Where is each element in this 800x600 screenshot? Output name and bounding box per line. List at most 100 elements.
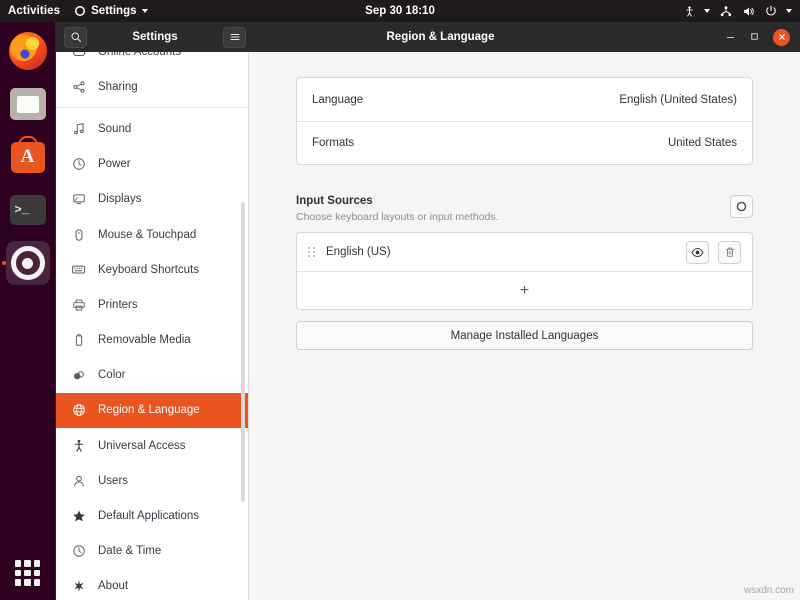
cloud-icon xyxy=(70,52,87,59)
sound-icon xyxy=(70,122,87,136)
manage-installed-languages-button[interactable]: Manage Installed Languages xyxy=(296,321,753,350)
page-title: Region & Language xyxy=(386,31,495,43)
sidebar-item-about[interactable]: About xyxy=(56,569,248,600)
sidebar-item-mouse-touchpad[interactable]: Mouse & Touchpad xyxy=(56,217,248,252)
settings-title: Settings xyxy=(132,31,178,43)
settings-sidebar[interactable]: Online Accounts Sharing xyxy=(56,52,249,600)
minimize-icon xyxy=(726,36,735,38)
language-formats-card: Language English (United States) Formats… xyxy=(296,77,753,165)
activities-button[interactable]: Activities xyxy=(8,5,60,17)
sidebar-item-label: Power xyxy=(98,158,131,171)
dock-item-settings[interactable] xyxy=(5,241,50,285)
dock-item-ubuntu-software[interactable]: A xyxy=(6,135,50,179)
close-button[interactable] xyxy=(773,28,790,46)
maximize-button[interactable] xyxy=(749,31,760,44)
top-bar-status-area[interactable] xyxy=(684,5,800,18)
menu-button[interactable] xyxy=(223,26,246,48)
sidebar-item-sharing[interactable]: Sharing xyxy=(56,69,248,104)
keyboard-icon xyxy=(70,262,87,277)
app-menu-label: Settings xyxy=(91,5,137,17)
settings-icon xyxy=(10,246,45,280)
globe-icon xyxy=(70,403,87,417)
dock-item-firefox[interactable] xyxy=(6,29,50,73)
formats-label: Formats xyxy=(312,137,355,149)
usb-drive-icon xyxy=(70,333,87,347)
accessibility-icon xyxy=(686,5,693,17)
sidebar-item-users[interactable]: Users xyxy=(56,463,248,498)
hamburger-menu-icon xyxy=(230,34,239,40)
add-input-source-label: + xyxy=(519,281,530,299)
caret-down-icon xyxy=(704,9,710,13)
sidebar-item-default-applications[interactable]: Default Applications xyxy=(56,498,248,533)
share-icon xyxy=(70,80,87,94)
input-sources-options-button[interactable] xyxy=(730,195,753,218)
sidebar-item-label: Sound xyxy=(98,122,132,135)
sidebar-item-label: Region & Language xyxy=(98,404,200,417)
gear-icon xyxy=(736,201,747,212)
sidebar-item-date-time[interactable]: Date & Time xyxy=(56,534,248,569)
power-icon xyxy=(70,157,87,171)
sidebar-item-region-language[interactable]: Region & Language xyxy=(56,392,248,429)
sidebar-item-sound[interactable]: Sound xyxy=(56,111,248,146)
show-keyboard-layout-button[interactable] xyxy=(686,240,709,264)
sidebar-item-online-accounts[interactable]: Online Accounts xyxy=(56,52,248,69)
volume-icon xyxy=(744,6,754,16)
sidebar-item-displays[interactable]: Displays xyxy=(56,182,248,217)
dock-item-terminal[interactable]: >_ xyxy=(6,188,50,232)
input-sources-card: English (US) + xyxy=(296,232,753,310)
input-sources-subtitle: Choose keyboard layouts or input methods… xyxy=(296,211,499,223)
sidebar-item-power[interactable]: Power xyxy=(56,147,248,182)
show-applications-icon[interactable] xyxy=(14,560,41,586)
sidebar-item-label: Displays xyxy=(98,193,142,206)
caret-down-icon xyxy=(141,9,148,13)
sidebar-item-label: Default Applications xyxy=(98,510,200,523)
sidebar-scroll-area: Online Accounts Sharing xyxy=(56,52,248,600)
network-icon xyxy=(720,5,732,16)
sidebar-item-label: Removable Media xyxy=(98,334,191,347)
terminal-icon: >_ xyxy=(9,195,46,225)
formats-row[interactable]: Formats United States xyxy=(297,121,752,164)
window-body: Online Accounts Sharing xyxy=(56,52,800,600)
remove-input-source-button[interactable] xyxy=(718,240,741,264)
window-titlebar: Settings Region & Language xyxy=(56,22,800,52)
search-icon xyxy=(71,32,81,42)
input-source-actions xyxy=(686,240,741,264)
add-input-source-button[interactable]: + xyxy=(297,271,752,309)
sidebar-item-label: Keyboard Shortcuts xyxy=(98,263,200,276)
top-bar-left: Activities Settings xyxy=(0,5,148,17)
sidebar-item-removable-media[interactable]: Removable Media xyxy=(56,323,248,358)
language-label: Language xyxy=(312,93,364,106)
input-source-item[interactable]: English (US) xyxy=(297,233,752,271)
minimize-button[interactable] xyxy=(725,31,736,44)
window-controls xyxy=(725,28,800,46)
user-icon xyxy=(70,474,87,488)
sidebar-item-printers[interactable]: Printers xyxy=(56,287,248,322)
main-content: Language English (United States) Formats… xyxy=(249,52,800,600)
drag-handle-icon[interactable] xyxy=(308,247,315,257)
desktop-screen: Activities Settings Sep 30 18:10 A >_ Se… xyxy=(0,0,800,600)
close-icon xyxy=(778,34,785,40)
search-button[interactable] xyxy=(64,26,87,48)
gnome-top-bar: Activities Settings Sep 30 18:10 xyxy=(0,0,800,22)
gear-icon xyxy=(75,6,86,16)
input-sources-heading-group: Input Sources Choose keyboard layouts or… xyxy=(296,195,499,223)
printer-icon xyxy=(70,298,87,312)
watermark: wsxdn.com xyxy=(743,585,794,596)
sidebar-item-color[interactable]: Color xyxy=(56,358,248,393)
formats-value: United States xyxy=(667,137,737,149)
sidebar-item-universal-access[interactable]: Universal Access xyxy=(56,428,248,463)
sidebar-item-label: Users xyxy=(98,474,129,487)
sidebar-item-label: Printers xyxy=(98,298,138,311)
sidebar-scrollbar[interactable] xyxy=(241,202,245,502)
language-row[interactable]: Language English (United States) xyxy=(297,78,752,121)
firefox-icon xyxy=(8,32,47,70)
files-icon xyxy=(9,88,46,120)
dock-item-files[interactable] xyxy=(6,82,50,126)
sidebar-item-keyboard-shortcuts[interactable]: Keyboard Shortcuts xyxy=(56,252,248,287)
eye-icon xyxy=(691,247,704,257)
titlebar-left-pane: Settings xyxy=(56,26,246,48)
settings-window: Settings Region & Language Sharing Sound… xyxy=(56,22,800,600)
maximize-icon xyxy=(751,32,758,40)
power-icon xyxy=(766,5,776,16)
app-menu-button[interactable]: Settings xyxy=(74,5,148,17)
